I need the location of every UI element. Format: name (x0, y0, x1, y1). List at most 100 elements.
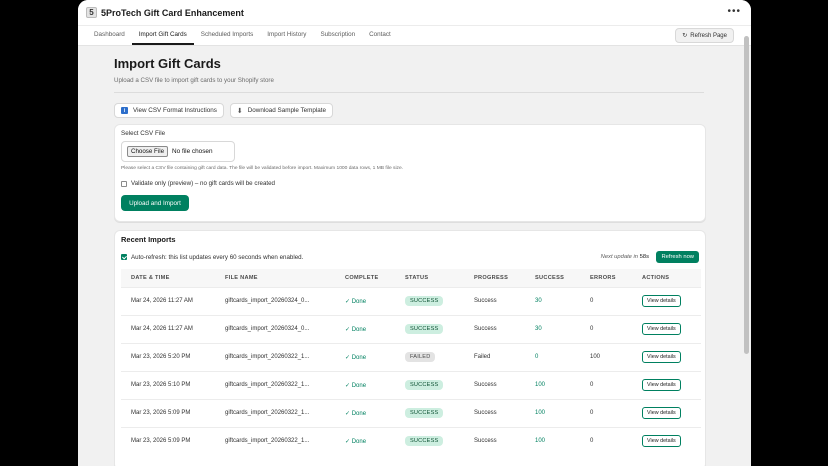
import-error-count: 0 (580, 286, 632, 315)
import-date: Mar 24, 2026 11:27 AM (121, 286, 215, 315)
refresh-icon: ↻ (682, 33, 688, 39)
download-template-button[interactable]: ⬇ Download Sample Template (229, 103, 334, 118)
refresh-page-label: Refresh Page (690, 32, 727, 39)
import-date: Mar 23, 2026 5:09 PM (121, 426, 215, 455)
view-details-button[interactable]: View details (642, 295, 681, 307)
status-badge: SUCCESS (405, 408, 444, 418)
tab-subscription[interactable]: Subscription (313, 26, 362, 45)
import-progress: Success (464, 286, 525, 315)
import-status-cell: SUCCESS (395, 370, 464, 399)
import-success-count: 30 (525, 314, 580, 343)
import-progress: Success (464, 398, 525, 427)
import-complete: ✓ Done (335, 342, 395, 371)
import-status-cell: SUCCESS (395, 398, 464, 427)
table-row: Mar 23, 2026 5:20 PM giftcards_import_20… (121, 342, 701, 371)
view-details-button[interactable]: View details (642, 435, 681, 448)
col-date-time: DATE & TIME (121, 269, 215, 287)
view-details-button[interactable]: View details (642, 351, 681, 363)
table-header-row: DATE & TIME FILE NAME COMPLETE STATUS PR… (121, 269, 701, 287)
view-csv-instructions-button[interactable]: i View CSV Format Instructions (114, 103, 224, 118)
import-progress: Success (464, 370, 525, 399)
tab-import-history[interactable]: Import History (260, 26, 313, 45)
info-icon: i (121, 107, 128, 114)
title-bar: 5 5ProTech Gift Card Enhancement ••• (78, 0, 751, 26)
app-logo-icon: 5 (86, 7, 97, 18)
import-status-cell: SUCCESS (395, 286, 464, 315)
import-date: Mar 24, 2026 11:27 AM (121, 314, 215, 343)
import-date: Mar 23, 2026 5:10 PM (121, 370, 215, 399)
download-icon: ⬇ (236, 107, 243, 115)
import-progress: Success (464, 426, 525, 455)
tab-scheduled-imports[interactable]: Scheduled Imports (194, 26, 261, 45)
import-complete: ✓ Done (335, 426, 395, 455)
validate-only-checkbox[interactable] (121, 180, 127, 187)
col-actions: ACTIONS (632, 269, 701, 287)
divider (114, 92, 704, 93)
main-content: Import Gift Cards Upload a CSV file to i… (114, 56, 706, 466)
import-success-count: 100 (525, 370, 580, 399)
import-status-cell: FAILED (395, 342, 464, 371)
import-file-name: giftcards_import_20260322_1... (215, 342, 335, 371)
select-csv-label: Select CSV File (121, 130, 166, 137)
import-actions-cell: View details (632, 370, 701, 399)
import-file-name: giftcards_import_20260322_1... (215, 426, 335, 455)
import-actions-cell: View details (632, 286, 701, 315)
import-actions-cell: View details (632, 426, 701, 455)
tab-import-gift-cards[interactable]: Import Gift Cards (131, 26, 194, 45)
col-progress: PROGRESS (464, 269, 525, 287)
nav-bar: Dashboard Import Gift Cards Scheduled Im… (78, 26, 751, 46)
refresh-now-button[interactable]: Refresh now (656, 251, 699, 263)
app-window: 5 5ProTech Gift Card Enhancement ••• Das… (78, 0, 751, 466)
next-update-seconds: 58s (639, 254, 649, 260)
upload-help-text: Please select a CSV file containing gift… (121, 166, 404, 171)
col-file-name: FILE NAME (215, 269, 335, 287)
import-success-count: 100 (525, 398, 580, 427)
status-badge: FAILED (405, 352, 436, 362)
validate-only-row: Validate only (preview) – no gift cards … (121, 180, 699, 187)
import-file-name: giftcards_import_20260322_1... (215, 370, 335, 399)
status-badge: SUCCESS (405, 436, 444, 447)
import-complete: ✓ Done (335, 286, 395, 315)
recent-imports-table: DATE & TIME FILE NAME COMPLETE STATUS PR… (121, 269, 701, 455)
import-success-count: 0 (525, 342, 580, 371)
col-status: STATUS (395, 269, 464, 287)
import-actions-cell: View details (632, 398, 701, 427)
import-file-name: giftcards_import_20260324_0... (215, 286, 335, 315)
import-complete: ✓ Done (335, 370, 395, 399)
import-error-count: 0 (580, 426, 632, 455)
view-csv-instructions-label: View CSV Format Instructions (133, 107, 217, 114)
auto-refresh-row: Auto-refresh: this list updates every 60… (121, 251, 699, 263)
table-row: Mar 23, 2026 5:09 PM giftcards_import_20… (121, 426, 701, 455)
import-date: Mar 23, 2026 5:20 PM (121, 342, 215, 371)
import-complete: ✓ Done (335, 314, 395, 343)
import-error-count: 0 (580, 398, 632, 427)
import-actions-cell: View details (632, 342, 701, 371)
recent-imports-card: Recent Imports Auto-refresh: this list u… (114, 230, 706, 466)
refresh-page-button[interactable]: ↻ Refresh Page (675, 28, 734, 43)
view-details-button[interactable]: View details (642, 379, 681, 391)
import-complete: ✓ Done (335, 398, 395, 427)
table-row: Mar 24, 2026 11:27 AM giftcards_import_2… (121, 286, 701, 315)
view-details-button[interactable]: View details (642, 323, 681, 335)
next-update-text: Next update in 58s (601, 254, 649, 260)
import-progress: Success (464, 314, 525, 343)
auto-refresh-label: Auto-refresh: this list updates every 60… (131, 253, 304, 261)
upload-and-import-button[interactable]: Upload and Import (121, 195, 189, 211)
action-buttons: i View CSV Format Instructions ⬇ Downloa… (114, 103, 706, 118)
recent-imports-title: Recent Imports (121, 235, 176, 244)
scrollbar[interactable] (744, 36, 749, 354)
table-row: Mar 23, 2026 5:10 PM giftcards_import_20… (121, 370, 701, 399)
view-details-button[interactable]: View details (642, 407, 681, 419)
table-row: Mar 23, 2026 5:09 PM giftcards_import_20… (121, 398, 701, 427)
import-progress: Failed (464, 342, 525, 371)
import-actions-cell: View details (632, 314, 701, 343)
auto-refresh-checkbox[interactable] (121, 254, 127, 260)
tab-contact[interactable]: Contact (362, 26, 398, 45)
tab-dashboard[interactable]: Dashboard (87, 26, 132, 45)
more-options-icon[interactable]: ••• (727, 7, 741, 17)
import-file-name: giftcards_import_20260324_0... (215, 314, 335, 343)
import-error-count: 100 (580, 342, 632, 371)
choose-file-button[interactable]: Choose File (127, 146, 169, 157)
app-title: 5ProTech Gift Card Enhancement (101, 7, 244, 18)
file-input[interactable]: Choose File No file chosen (121, 141, 235, 162)
